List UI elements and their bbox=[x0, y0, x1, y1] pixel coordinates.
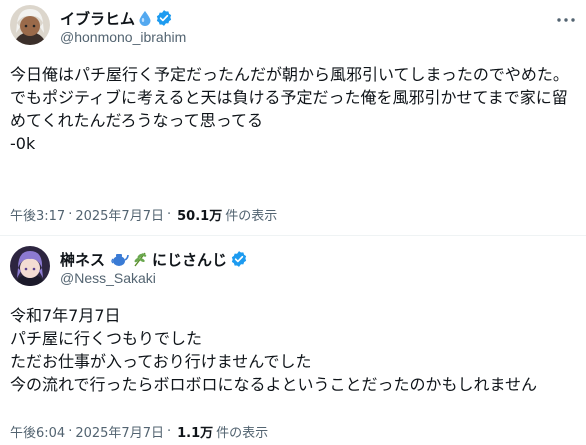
tweet-meta: 午後6:04 · 2025年7月7日 · 1.1万 件の表示 bbox=[10, 422, 268, 441]
handle[interactable]: @honmono_ibrahim bbox=[60, 29, 186, 45]
teapot-icon bbox=[111, 251, 129, 267]
tweet-meta: 午後3:17 · 2025年7月7日 · 50.1万 件の表示 bbox=[10, 205, 277, 224]
separator-dot: · bbox=[166, 207, 172, 222]
tweet-time[interactable]: 午後3:17 bbox=[10, 205, 65, 224]
separator-dot: · bbox=[166, 424, 172, 439]
display-name-row[interactable]: イブラヒム bbox=[60, 8, 173, 28]
tweet-date[interactable]: 2025年7月7日 bbox=[75, 205, 164, 224]
views-label: 件の表示 bbox=[216, 426, 269, 441]
separator-dot: · bbox=[68, 424, 73, 439]
handle[interactable]: @Ness_Sakaki bbox=[60, 270, 156, 286]
avatar-ibrahim[interactable] bbox=[10, 5, 50, 45]
avatar-ness[interactable] bbox=[10, 246, 50, 286]
views-label: 件の表示 bbox=[225, 209, 278, 224]
herb-icon bbox=[132, 251, 148, 267]
verified-badge-icon bbox=[230, 250, 248, 268]
display-name[interactable]: イブラヒム bbox=[60, 8, 135, 29]
display-name-suffix[interactable]: にじさんじ bbox=[152, 249, 227, 270]
display-name[interactable]: 榊ネス bbox=[60, 249, 105, 270]
display-name-row[interactable]: 榊ネス にじさんじ bbox=[60, 249, 248, 269]
separator-dot: · bbox=[68, 207, 73, 222]
tweet-text: 今日俺はパチ屋行く予定だったんだが朝から風邪引いてしまったのでやめた。 でもポジ… bbox=[10, 65, 569, 153]
divider bbox=[0, 235, 586, 236]
views-count[interactable]: 1.1万 bbox=[177, 422, 213, 441]
tweet-text: 令和7年7月7日 パチ屋に行くつもりでした ただお仕事が入っており行けませんでし… bbox=[10, 306, 538, 394]
verified-badge-icon bbox=[155, 9, 173, 27]
water-drop-icon bbox=[138, 10, 152, 26]
tweet-time[interactable]: 午後6:04 bbox=[10, 422, 65, 441]
more-icon[interactable] bbox=[556, 10, 576, 30]
tweet-date[interactable]: 2025年7月7日 bbox=[75, 422, 164, 441]
views-count[interactable]: 50.1万 bbox=[177, 205, 222, 224]
